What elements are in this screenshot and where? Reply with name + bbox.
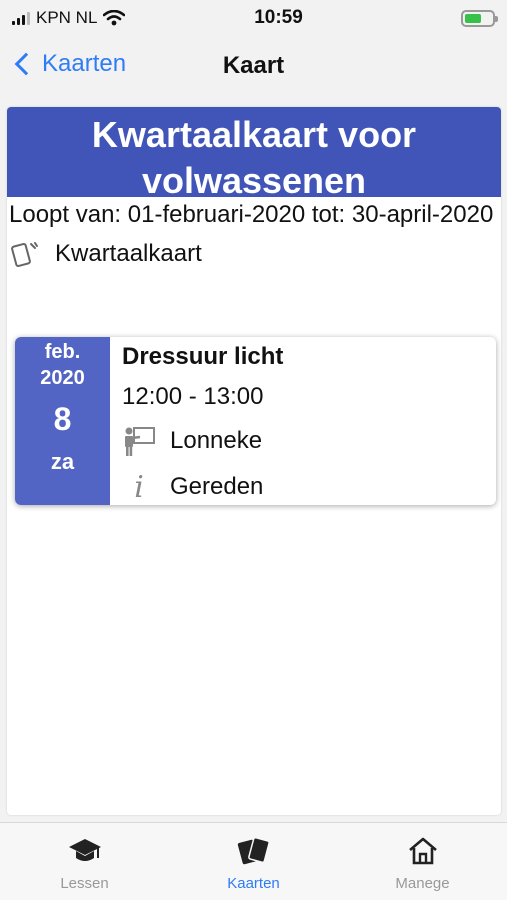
lesson-date: feb. 2020 8 za <box>15 337 110 505</box>
battery-icon <box>461 9 498 27</box>
info-icon: i <box>134 469 144 505</box>
card-type-label: Kwartaalkaart <box>55 240 202 267</box>
carrier-name: KPN NL <box>36 8 98 27</box>
signal-icon <box>12 11 30 25</box>
lesson-day: 8 <box>53 401 72 437</box>
navigation-bar: Kaarten Kaart <box>0 36 507 100</box>
lesson-instructor: Lonneke <box>170 427 263 454</box>
cards-icon <box>11 242 38 268</box>
cards-icon <box>236 835 272 867</box>
tab-bar: Lessen Kaarten Manege <box>0 822 507 900</box>
status-bar: KPN NL 10:59 <box>0 0 507 36</box>
clock: 10:59 <box>254 7 303 28</box>
lesson-card[interactable]: feb. 2020 8 za Dressuur licht 12:00 - 13… <box>15 337 496 505</box>
graduation-cap-icon <box>67 835 103 867</box>
lesson-status-row: i Gereden <box>122 469 484 505</box>
tab-lessen[interactable]: Lessen <box>0 823 169 900</box>
back-button[interactable]: Kaarten <box>12 50 126 78</box>
tab-manege-label: Manege <box>395 875 450 892</box>
lesson-status: Gereden <box>170 473 264 500</box>
card-period: Loopt van: 01-februari-2020 tot: 30-apri… <box>9 201 494 228</box>
tab-manege[interactable]: Manege <box>338 823 507 900</box>
lesson-weekday: za <box>50 449 75 474</box>
tab-kaarten-label: Kaarten <box>227 875 280 892</box>
back-button-label: Kaarten <box>42 50 127 77</box>
lesson-month: feb. <box>44 341 81 363</box>
lesson-title: Dressuur licht <box>122 343 284 370</box>
lesson-time: 12:00 - 13:00 <box>122 383 264 410</box>
card-type-row: Kwartaalkaart <box>7 231 501 277</box>
home-icon <box>405 835 441 867</box>
card-title: Kwartaalkaart voor volwassenen <box>7 107 501 197</box>
instructor-icon <box>122 425 156 457</box>
lesson-info: Dressuur licht 12:00 - 13:00 Lonneke i G… <box>110 337 496 505</box>
tab-kaarten[interactable]: Kaarten <box>169 823 338 900</box>
lesson-year: 2020 <box>40 367 85 389</box>
tab-lessen-label: Lessen <box>60 875 109 892</box>
carrier-info: KPN NL <box>12 8 182 28</box>
wifi-icon <box>103 10 126 26</box>
lesson-instructor-row: Lonneke <box>122 423 484 459</box>
card-detail-panel: Kwartaalkaart voor volwassenen Loopt van… <box>7 107 501 815</box>
chevron-left-icon <box>14 52 38 76</box>
